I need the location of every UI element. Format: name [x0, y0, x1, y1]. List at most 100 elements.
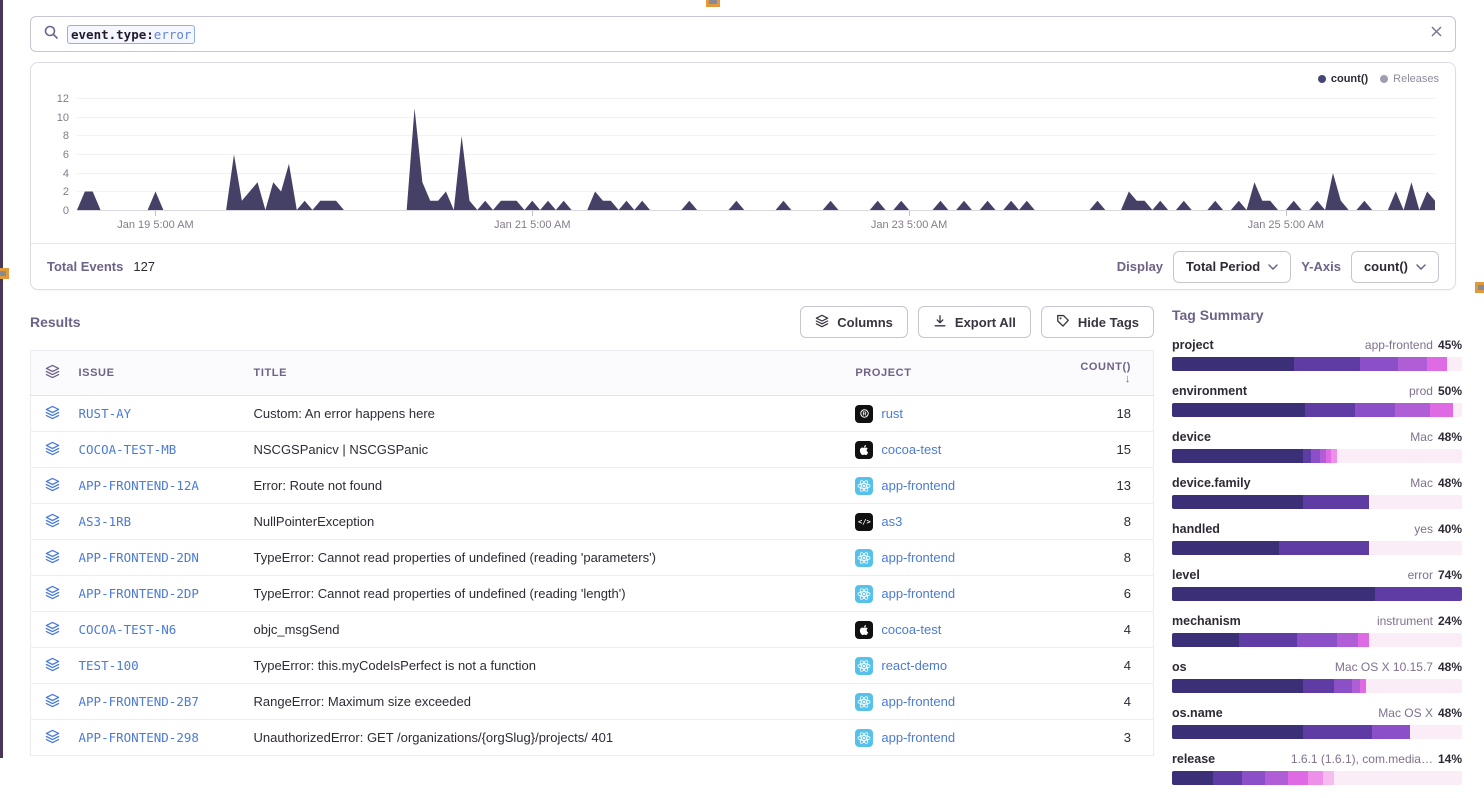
issue-link[interactable]: APP-FRONTEND-298	[79, 730, 199, 745]
tag-bar-segment[interactable]	[1308, 771, 1323, 785]
project-link[interactable]: as3	[881, 514, 902, 529]
tag-bar-segment[interactable]	[1288, 771, 1308, 785]
legend-item-count[interactable]: count()	[1318, 73, 1368, 85]
tag-bar-segment[interactable]	[1239, 633, 1297, 647]
crop-handle-left[interactable]	[0, 268, 9, 279]
tag-bar-segment[interactable]	[1398, 357, 1427, 371]
project-link[interactable]: cocoa-test	[881, 442, 941, 457]
issue-link[interactable]: APP-FRONTEND-12A	[79, 478, 199, 493]
tag-bar-remainder	[1369, 633, 1462, 647]
issue-link[interactable]: APP-FRONTEND-2B7	[79, 694, 199, 709]
tag-bar-segment[interactable]	[1213, 771, 1242, 785]
tag-distribution-bar[interactable]	[1172, 449, 1462, 463]
tag-bar-segment[interactable]	[1172, 725, 1303, 739]
tag-bar-segment[interactable]	[1375, 587, 1462, 601]
project-link[interactable]: app-frontend	[881, 550, 955, 565]
tag-bar-segment[interactable]	[1172, 587, 1375, 601]
tag-bar-segment[interactable]	[1172, 357, 1294, 371]
issue-link[interactable]: APP-FRONTEND-2DP	[79, 586, 199, 601]
search-icon	[43, 24, 59, 45]
tag-bar-segment[interactable]	[1297, 633, 1338, 647]
y-axis-tick-label: 8	[63, 130, 69, 142]
column-header-issue[interactable]: ISSUE	[71, 351, 246, 396]
columns-button[interactable]: Columns	[800, 306, 908, 338]
crop-handle-top[interactable]	[706, 0, 720, 7]
legend-item-Releases[interactable]: Releases	[1380, 73, 1439, 85]
tag-bar-segment[interactable]	[1242, 771, 1265, 785]
y-axis-tick-label: 10	[57, 112, 69, 124]
tag-bar-segment[interactable]	[1355, 403, 1396, 417]
tag-bar-segment[interactable]	[1303, 449, 1312, 463]
tag-bar-segment[interactable]	[1172, 449, 1303, 463]
tag-bar-segment[interactable]	[1172, 541, 1279, 555]
yaxis-dropdown[interactable]: count()	[1351, 251, 1439, 283]
apple-platform-icon	[855, 441, 873, 459]
search-bar[interactable]: event.type:error	[30, 16, 1456, 52]
crop-handle-right[interactable]	[1475, 282, 1484, 293]
search-query-token[interactable]: event.type:error	[67, 25, 195, 44]
tag-bar-segment[interactable]	[1265, 771, 1288, 785]
tag-distribution-bar[interactable]	[1172, 495, 1462, 509]
tag-distribution-bar[interactable]	[1172, 541, 1462, 555]
column-header-title[interactable]: TITLE	[246, 351, 848, 396]
tag-bar-segment[interactable]	[1305, 403, 1354, 417]
issue-link[interactable]: RUST-AY	[79, 406, 132, 421]
tag-bar-segment[interactable]	[1372, 725, 1410, 739]
issue-link[interactable]: TEST-100	[79, 658, 139, 673]
issue-stack-icon	[31, 684, 71, 720]
tag-top-percent: 45%	[1438, 338, 1462, 352]
tag-bar-segment[interactable]	[1352, 679, 1361, 693]
tag-bar-segment[interactable]	[1427, 357, 1447, 371]
table-header-row: ISSUE TITLE PROJECT COUNT() ↓	[31, 351, 1154, 396]
column-header-count[interactable]: COUNT() ↓	[1072, 351, 1153, 396]
tag-bar-segment[interactable]	[1303, 725, 1373, 739]
tag-bar-segment[interactable]	[1303, 495, 1370, 509]
display-dropdown[interactable]: Total Period	[1173, 251, 1291, 283]
issue-link[interactable]: COCOA-TEST-N6	[79, 622, 177, 637]
tag-bar-segment[interactable]	[1294, 357, 1361, 371]
tag-bar-segment[interactable]	[1358, 633, 1370, 647]
tag-bar-segment[interactable]	[1172, 771, 1213, 785]
project-link[interactable]: react-demo	[881, 658, 947, 673]
tag-distribution-bar[interactable]	[1172, 357, 1462, 371]
issue-link[interactable]: COCOA-TEST-MB	[79, 442, 177, 457]
tag-bar-segment[interactable]	[1430, 403, 1453, 417]
tag-bar-segment[interactable]	[1172, 403, 1305, 417]
tag-summary-item-project: projectapp-frontend45%	[1172, 338, 1462, 371]
tag-bar-segment[interactable]	[1172, 679, 1303, 693]
export-all-button[interactable]: Export All	[918, 306, 1031, 338]
tag-distribution-bar[interactable]	[1172, 403, 1462, 417]
issue-link[interactable]: APP-FRONTEND-2DN	[79, 550, 199, 565]
project-link[interactable]: rust	[881, 406, 903, 421]
tag-bar-segment[interactable]	[1172, 495, 1303, 509]
project-link[interactable]: cocoa-test	[881, 622, 941, 637]
tag-distribution-bar[interactable]	[1172, 679, 1462, 693]
count-value: 8	[1072, 540, 1153, 576]
hide-tags-button[interactable]: Hide Tags	[1041, 306, 1154, 338]
tag-bar-segment[interactable]	[1337, 633, 1357, 647]
tag-bar-segment[interactable]	[1311, 449, 1320, 463]
tag-bar-segment[interactable]	[1323, 771, 1335, 785]
column-header-project[interactable]: PROJECT	[847, 351, 1072, 396]
project-link[interactable]: app-frontend	[881, 586, 955, 601]
tag-bar-segment[interactable]	[1395, 403, 1430, 417]
tag-bar-segment[interactable]	[1334, 679, 1351, 693]
tag-distribution-bar[interactable]	[1172, 771, 1462, 785]
issue-stack-icon	[31, 432, 71, 468]
tag-bar-segment[interactable]	[1303, 679, 1335, 693]
events-area-chart[interactable]: 024681012Jan 19 5:00 AMJan 21 5:00 AMJan…	[77, 99, 1435, 211]
close-icon[interactable]	[1430, 25, 1443, 43]
svg-text:R: R	[862, 412, 866, 418]
tag-bar-segment[interactable]	[1172, 633, 1239, 647]
tag-distribution-bar[interactable]	[1172, 587, 1462, 601]
tag-bar-remainder	[1366, 679, 1462, 693]
project-link[interactable]: app-frontend	[881, 730, 955, 745]
project-link[interactable]: app-frontend	[881, 694, 955, 709]
project-link[interactable]: app-frontend	[881, 478, 955, 493]
tag-bar-segment[interactable]	[1360, 357, 1398, 371]
issue-link[interactable]: AS3-1RB	[79, 514, 132, 529]
tag-distribution-bar[interactable]	[1172, 725, 1462, 739]
tag-bar-segment[interactable]	[1279, 541, 1369, 555]
tag-distribution-bar[interactable]	[1172, 633, 1462, 647]
events-chart-panel: count() Releases 024681012Jan 19 5:00 AMJ…	[30, 62, 1456, 290]
